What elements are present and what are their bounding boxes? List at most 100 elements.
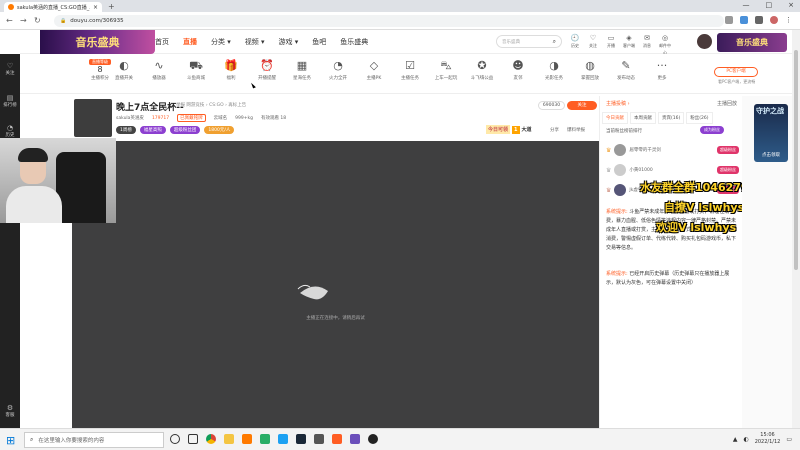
close-window-icon[interactable]: × [788,1,794,9]
header-banner[interactable]: 音乐盛典 [40,30,155,54]
app-icon[interactable] [242,434,252,444]
badge-lucky[interactable]: 福星高照 [139,126,166,134]
url-field[interactable]: 🔒 douyu.com/306935 [54,15,724,27]
extension-icon[interactable] [725,16,733,24]
app-icon[interactable] [314,434,324,444]
history-button[interactable]: 🕘 历史 [568,34,582,56]
user-avatar[interactable] [697,34,712,49]
streamer-posts-link[interactable]: 主播投稿 › [606,100,630,107]
app-icon[interactable] [278,434,288,444]
tab-vip[interactable]: 贵宾(16) [658,112,685,124]
tab-today[interactable]: 今日贡献 [602,112,628,124]
messages-button[interactable]: ✉ 消息 [640,34,654,56]
obs-icon[interactable] [368,434,378,444]
taskbar-search-input[interactable]: 在这里输入你要搜索的内容 [38,436,104,444]
wechat-icon[interactable] [260,434,270,444]
menu-icon[interactable]: ⋮ [785,16,792,24]
search-box[interactable]: 音乐盛典 ⌕ [496,35,562,48]
toolbar-carpool[interactable]: ⛍ 上车一起玩 [426,58,466,81]
toolbar-live-toggle[interactable]: ◐ 直播开关 [104,58,144,81]
toolbar-replay[interactable]: ◍ 掌握回放 [570,58,610,81]
browser-tab[interactable]: sakula英涵的直播_CS:GO直播_斗 × [4,2,102,12]
maximize-icon[interactable]: □ [766,1,773,9]
clock[interactable]: 15:06 2022/1/12 [755,432,781,446]
extension-icon[interactable] [740,16,748,24]
app-icon[interactable] [350,434,360,444]
toolbar-pk[interactable]: ◇ 主播PK [354,58,394,81]
nav-category[interactable]: 分类 ▾ [211,37,231,47]
cortana-icon[interactable] [170,434,180,444]
folder-icon[interactable] [224,434,234,444]
sidebar-item-history[interactable]: ◔ 历史 [0,124,20,138]
badge-fans[interactable]: 超级粉丝团 [169,126,201,134]
gear-icon: ⚙ [6,404,14,412]
become-fan-button[interactable]: 成为粉丝 [700,126,724,134]
sidebar-item-follow[interactable]: ♡ 关注 [0,62,20,76]
toolbar-friends[interactable]: ☻ 友邻 [498,58,538,81]
daily-claim[interactable]: 今日可领 1 大道 [486,125,532,134]
toolbar-light-task[interactable]: ◑ 光影任务 [534,58,574,81]
nav-live[interactable]: 直播 [183,37,197,47]
toolbar-welfare[interactable]: 🎁 福利 [211,58,251,81]
toolbar-tasks[interactable]: ☑ 主播任务 [390,58,430,81]
toolbar-shop[interactable]: ⛟ 斗鱼商城 [176,58,216,81]
close-icon[interactable]: × [93,4,98,11]
search-input[interactable]: 音乐盛典 [502,39,520,45]
task-view-icon[interactable] [188,434,198,444]
search-icon[interactable]: ⌕ [553,38,556,46]
profile-icon[interactable] [770,16,778,24]
nav-games[interactable]: 游戏 ▾ [279,37,299,47]
wave-icon: ∿ [154,59,164,72]
share-button[interactable]: 分享 [550,127,559,133]
pc-client-button[interactable]: PC客户端 [714,67,758,77]
toolbar-post[interactable]: ✎ 发布动态 [606,58,646,81]
toolbar-more[interactable]: ··· 更多 [642,58,682,81]
nav-home[interactable]: 首页 [155,37,169,47]
nav-video[interactable]: 视频 ▾ [245,37,265,47]
client-button[interactable]: ◈ 客户端 [622,34,636,56]
back-icon[interactable]: ← [6,16,13,25]
toolbar-charity[interactable]: ✪ 斗飞嗨公益 [462,58,502,81]
tab-week[interactable]: 本周贡献 [630,112,656,124]
toolbar-player[interactable]: ∿ 播放器 [139,58,179,81]
steam-icon[interactable] [296,434,306,444]
network-icon[interactable]: ▲ [733,436,738,443]
toolbar-star-task[interactable]: ▦ 星海任务 [282,58,322,81]
badge-week[interactable]: 1周榜 [116,126,136,134]
cart-icon: ⛟ [189,59,203,72]
nav-festival[interactable]: 鱼乐盛典 [340,37,368,47]
page-scrollbar[interactable] [792,30,800,428]
sidebar-item-rank[interactable]: ▤ 排行榜 [0,94,20,108]
streamer-name[interactable]: sakula英涵皮 [116,115,144,121]
minimize-icon[interactable]: — [743,1,750,9]
forward-icon[interactable]: → [20,16,27,25]
toolbar-reminder[interactable]: ⏰ 开播提醒 [247,58,287,81]
person-body [6,186,62,223]
notification-icon[interactable]: ▭ [786,436,792,443]
streamer-avatar[interactable] [74,99,112,137]
rank-row[interactable]: ♛ 居零零的千灵剑 超级粉丝 [606,140,739,160]
report-button[interactable]: 爆料举报 [567,127,585,133]
extension-icon[interactable] [755,16,763,24]
new-tab-button[interactable]: + [108,2,115,11]
scrollbar-thumb[interactable] [794,50,798,270]
mail-center-button[interactable]: ◎ 邮件中心 [658,34,672,56]
taskbar-search[interactable]: ⌕ 在这里输入你要搜索的内容 [24,432,164,448]
rank-row[interactable]: ♛ 小黄01000 超级粉丝 [606,160,739,180]
nav-fishbar[interactable]: 鱼吧 [312,37,326,47]
video-player[interactable]: 主播正在连接中，请稍后再试 [72,141,599,433]
sidebar-item-service[interactable]: ⚙ 客服 [0,404,20,418]
follow-button[interactable]: 关注 [567,101,597,110]
windows-start-icon[interactable]: ⊞ [6,434,15,447]
toolbar-fire[interactable]: ◔ 火力全开 [318,58,358,81]
reload-icon[interactable]: ↻ [34,16,41,25]
streamer-replay-link[interactable]: 主播回放 [717,100,737,107]
app-icon[interactable] [332,434,342,444]
chrome-icon[interactable] [206,434,216,444]
volume-icon[interactable]: ◐ [743,436,748,443]
go-live-button[interactable]: ▭ 开播 [604,34,618,56]
tab-fans[interactable]: 粉丝(26) [686,112,713,124]
badge-price[interactable]: 1800元/人 [204,126,235,134]
follow-list-button[interactable]: ♡ 关注 [586,34,600,56]
right-header-banner[interactable]: 音乐盛典 [717,33,787,52]
